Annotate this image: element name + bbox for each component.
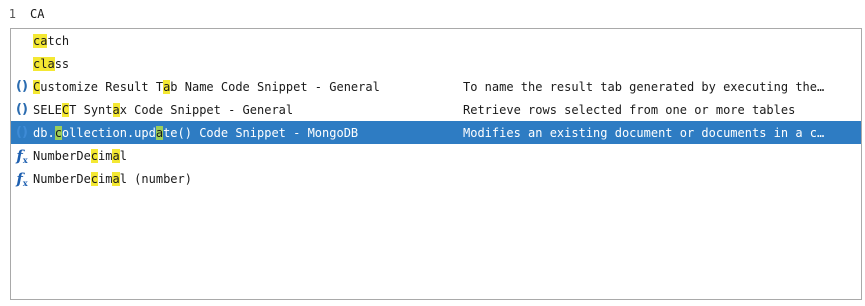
name-text: tch	[47, 33, 70, 48]
completion-item-name: NumberDecimal (number)	[33, 171, 463, 186]
completion-item-description: To name the result tab generated by exec…	[463, 79, 825, 94]
completion-item-name: SELECT Syntax Code Snippet - General	[33, 102, 463, 117]
match-highlight: ca	[33, 33, 48, 48]
completion-item[interactable]: catch	[11, 29, 861, 52]
line-number: 1	[8, 7, 16, 21]
editor-line-text[interactable]: CA	[20, 7, 44, 21]
name-text: NumberDe	[33, 171, 91, 186]
completion-item-name: Customize Result Tab Name Code Snippet -…	[33, 79, 463, 94]
name-text: T Synt	[69, 102, 113, 117]
completion-item-description: Retrieve rows selected from one or more …	[463, 102, 796, 117]
name-text: x Code Snippet - General	[119, 102, 294, 117]
completion-item-name: catch	[33, 33, 463, 48]
snippet-icon: ()	[16, 125, 28, 140]
match-highlight: c	[90, 148, 99, 163]
match-highlight: cla	[33, 56, 55, 71]
completion-item[interactable]: () SELECT Syntax Code Snippet - General Re…	[11, 98, 861, 121]
function-icon: fx	[16, 146, 28, 165]
name-text: ollection.upd	[61, 125, 156, 140]
name-text: l	[119, 148, 127, 163]
name-text: te() Code Snippet - MongoDB	[163, 125, 359, 140]
match-highlight: c	[90, 171, 99, 186]
completion-item-name: class	[33, 56, 463, 71]
snippet-icon: ()	[16, 79, 28, 94]
name-text: SELE	[33, 102, 62, 117]
name-text: im	[98, 148, 113, 163]
name-text: NumberDe	[33, 148, 91, 163]
completion-item-description: Modifies an existing document or documen…	[463, 125, 825, 140]
completion-item[interactable]: fx NumberDecimal	[11, 144, 861, 167]
completion-item-name: NumberDecimal	[33, 148, 463, 163]
match-highlight: a	[112, 148, 120, 163]
editor-line[interactable]: 1 CA	[0, 5, 865, 23]
match-highlight: c	[54, 125, 62, 140]
completion-item[interactable]: class	[11, 52, 861, 75]
match-highlight: a	[112, 102, 120, 117]
name-text: ss	[54, 56, 70, 71]
name-text: l (number)	[119, 171, 192, 186]
completion-item[interactable]: () db.collection.update() Code Snippet - …	[11, 121, 861, 144]
completion-item[interactable]: fx NumberDecimal (number)	[11, 167, 861, 190]
name-text: ustomize Result T	[40, 79, 164, 94]
completion-item[interactable]: () Customize Result Tab Name Code Snippet…	[11, 75, 861, 98]
function-icon: fx	[16, 169, 28, 188]
name-text: im	[98, 171, 113, 186]
autocomplete-popup[interactable]: catch class() Customize Result Tab Name Co…	[10, 28, 862, 300]
completion-item-name: db.collection.update() Code Snippet - Mo…	[33, 125, 463, 140]
name-text: b Name Code Snippet - General	[170, 79, 380, 94]
name-text: db.	[33, 125, 55, 140]
match-highlight: a	[155, 125, 164, 140]
match-highlight: a	[112, 171, 120, 186]
snippet-icon: ()	[16, 102, 28, 117]
